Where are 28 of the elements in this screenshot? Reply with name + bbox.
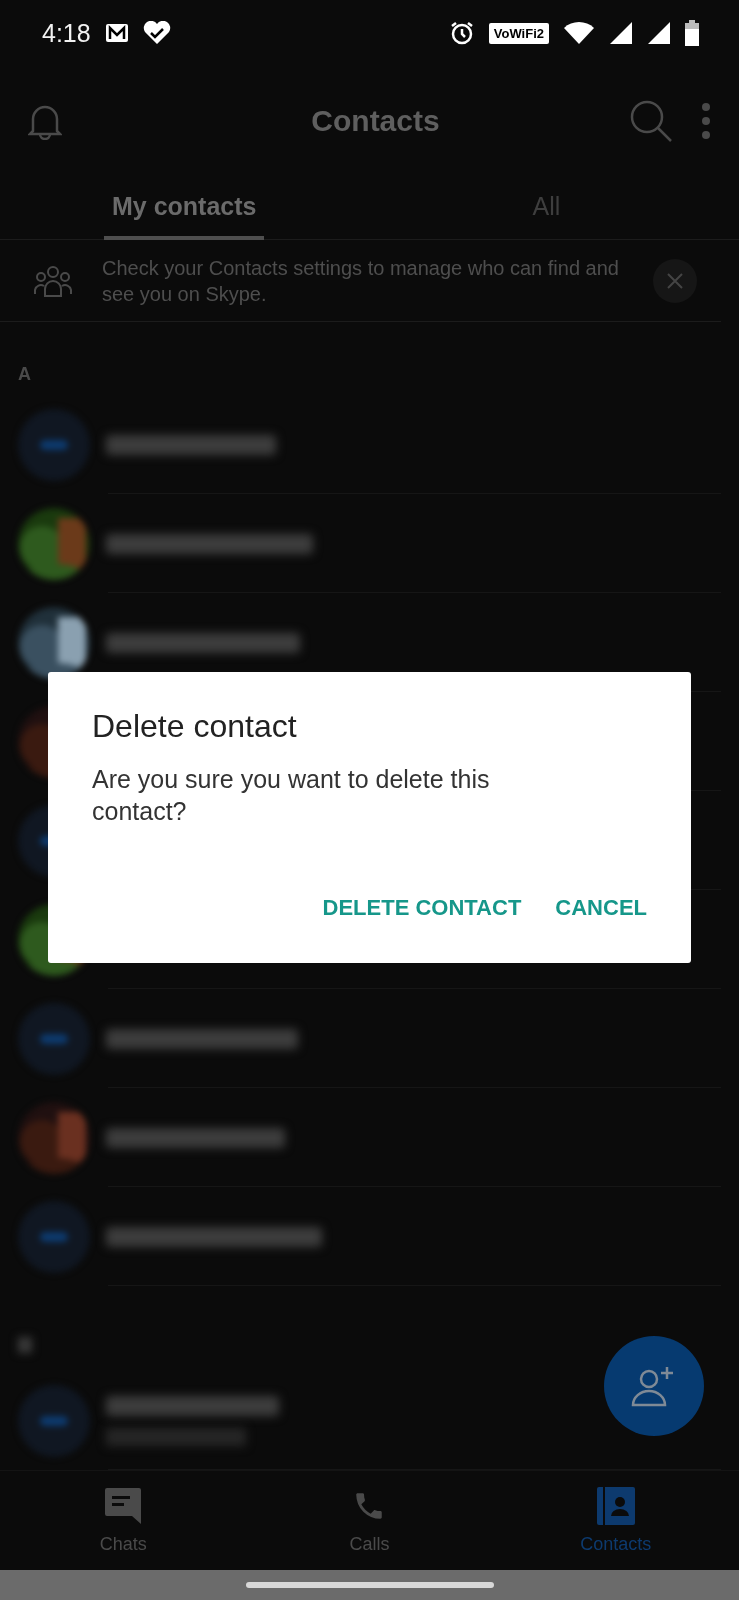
dialog-message: Are you sure you want to delete this contact?	[92, 764, 491, 827]
search-icon	[629, 99, 673, 143]
header-title: Contacts	[310, 104, 441, 138]
people-icon	[34, 263, 72, 298]
network-badge: VoWiFi2	[488, 22, 549, 44]
gesture-bar[interactable]	[245, 1582, 494, 1588]
nav-tab[interactable]: Calls	[246, 1471, 493, 1570]
close-button[interactable]	[653, 258, 697, 303]
banner-text: Check your Contacts settings to manage who can find and see you on Skype.	[102, 255, 620, 307]
nav-tab[interactable]: Contacts	[492, 1471, 739, 1570]
chat-icon	[104, 1486, 143, 1526]
dialog-button[interactable]: DELETE CONTACT	[312, 885, 532, 931]
contact-book-icon	[595, 1486, 636, 1526]
nav-tab[interactable]: Chats	[0, 1471, 247, 1570]
blurred-letter	[18, 1337, 32, 1353]
signal-icon	[609, 21, 633, 45]
more-icon	[701, 102, 711, 140]
dialog-title: Delete contact	[92, 708, 298, 745]
tab[interactable]: My contacts	[104, 176, 265, 240]
heart-icon	[142, 21, 171, 45]
section-letter: A	[18, 364, 31, 386]
dialog-button[interactable]: CANCEL	[545, 885, 657, 931]
wifi-icon	[563, 21, 595, 45]
close-icon	[666, 271, 684, 290]
battery-icon	[685, 20, 699, 46]
signal-icon	[647, 21, 671, 45]
status-time: 4:18	[42, 18, 91, 48]
mail-icon	[104, 23, 129, 43]
